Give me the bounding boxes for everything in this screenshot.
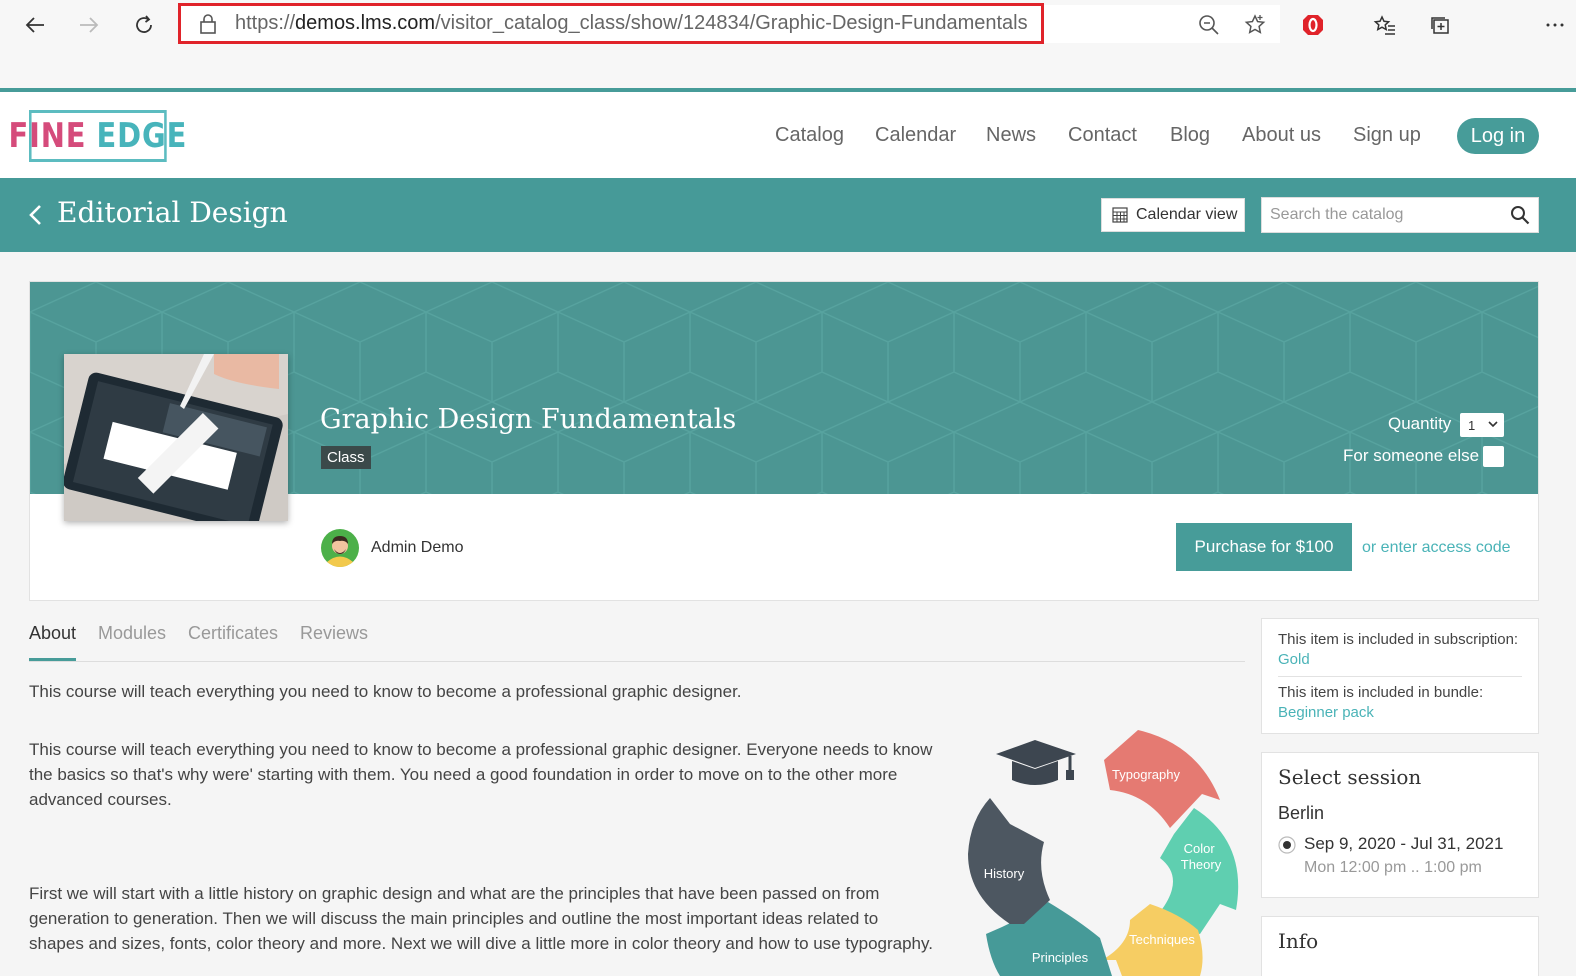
class-badge: Class [321, 446, 371, 469]
nav-blog[interactable]: Blog [1170, 124, 1210, 147]
catalog-search [1261, 197, 1539, 233]
favorite-star-icon[interactable] [1240, 10, 1270, 40]
session-city: Berlin [1278, 803, 1325, 823]
diagram-label-techniques: Techniques [1129, 932, 1195, 947]
course-tabs: About Modules Certificates Reviews [29, 620, 1245, 662]
about-paragraph-2: This course will teach everything you ne… [29, 740, 933, 809]
nav-about-us[interactable]: About us [1242, 124, 1321, 147]
quantity-select[interactable]: 1 [1460, 413, 1504, 437]
for-someone-else-checkbox[interactable] [1483, 446, 1504, 467]
purchase-button[interactable]: Purchase for $100 [1176, 523, 1352, 571]
diagram-label-color-theory: Color Theory [1181, 841, 1222, 872]
catalog-title-bar: Editorial Design Calendar view [0, 178, 1576, 252]
page-title: Editorial Design [57, 196, 288, 229]
course-title: Graphic Design Fundamentals [320, 404, 737, 435]
bundle-info: This item is included in bundle: Beginne… [1278, 684, 1484, 721]
diagram-label-principles: Principles [1032, 950, 1089, 965]
quantity-label: Quantity [1388, 414, 1452, 433]
tab-modules[interactable]: Modules [98, 623, 166, 661]
session-dates: Sep 9, 2020 - Jul 31, 2021 [1304, 834, 1504, 853]
session-time: Mon 12:00 pm .. 1:00 pm [1304, 859, 1482, 876]
login-button[interactable]: Log in [1457, 118, 1539, 154]
browser-toolbar: https://demos.lms.com/visitor_catalog_cl… [0, 0, 1576, 90]
about-intro: This course will teach everything you ne… [29, 682, 742, 701]
bundle-link[interactable]: Beginner pack [1278, 704, 1374, 721]
divider [1278, 676, 1522, 677]
main-nav: Catalog Calendar News Contact Blog About… [0, 124, 1576, 154]
diagram-label-history: History [984, 866, 1025, 881]
author-name[interactable]: Admin Demo [371, 539, 463, 557]
access-code-link[interactable]: or enter access code [1362, 539, 1511, 557]
lock-icon [200, 13, 216, 34]
graduation-cap-icon [996, 740, 1076, 785]
chevron-left-icon[interactable] [26, 200, 46, 230]
diagram-segment-history [968, 798, 1050, 924]
course-thumbnail [64, 354, 288, 521]
for-someone-else-label: For someone else [1343, 446, 1480, 465]
design-topics-diagram: Typography Color Theory Techniques Princ… [960, 724, 1250, 976]
calendar-view-button[interactable]: Calendar view [1101, 198, 1245, 232]
nav-calendar[interactable]: Calendar [875, 124, 956, 147]
chevron-down-icon [1488, 421, 1498, 428]
session-card: Select session Berlin Sep 9, 2020 - Jul … [1261, 752, 1539, 898]
author-avatar [321, 529, 359, 567]
calendar-grid-icon [1112, 207, 1128, 223]
site-header: FINE EDGE Catalog Calendar News Contact B… [0, 88, 1576, 178]
course-hero-card: Graphic Design Fundamentals Class Quanti… [29, 281, 1539, 601]
address-bar[interactable]: https://demos.lms.com/visitor_catalog_cl… [178, 3, 1044, 44]
tab-about[interactable]: About [29, 623, 77, 661]
search-input[interactable] [1270, 198, 1500, 232]
nav-sign-up[interactable]: Sign up [1353, 124, 1421, 147]
tab-certificates[interactable]: Certificates [188, 623, 278, 661]
back-arrow-icon[interactable] [20, 10, 50, 40]
session-option[interactable]: Sep 9, 2020 - Jul 31, 2021 [1278, 834, 1522, 856]
session-radio[interactable] [1278, 836, 1296, 854]
diagram-label-color-theory-line2: Theory [1181, 857, 1222, 872]
opera-extension-icon[interactable] [1298, 10, 1328, 40]
info-title: Info [1278, 929, 1319, 953]
nav-catalog[interactable]: Catalog [775, 124, 844, 147]
inclusion-card: This item is included in subscription: G… [1261, 618, 1539, 734]
search-icon[interactable] [1510, 205, 1530, 225]
forward-arrow-icon[interactable] [74, 10, 104, 40]
collections-icon[interactable] [1425, 10, 1455, 40]
favorites-list-icon[interactable] [1370, 10, 1400, 40]
zoom-icon[interactable] [1194, 10, 1224, 40]
info-card: Info [1261, 916, 1539, 976]
session-title: Select session [1278, 765, 1422, 789]
tab-reviews[interactable]: Reviews [300, 623, 368, 661]
calendar-view-label: Calendar view [1136, 206, 1238, 223]
diagram-label-typography: Typography [1112, 767, 1180, 782]
url-text: https://demos.lms.com/visitor_catalog_cl… [235, 12, 1028, 34]
about-paragraph-3: First we will start with a little histor… [29, 884, 933, 953]
subscription-link[interactable]: Gold [1278, 651, 1310, 668]
refresh-icon[interactable] [129, 10, 159, 40]
subscription-info: This item is included in subscription: G… [1278, 631, 1519, 668]
more-menu-icon[interactable] [1540, 10, 1570, 40]
nav-news[interactable]: News [986, 124, 1036, 147]
nav-contact[interactable]: Contact [1068, 124, 1137, 147]
